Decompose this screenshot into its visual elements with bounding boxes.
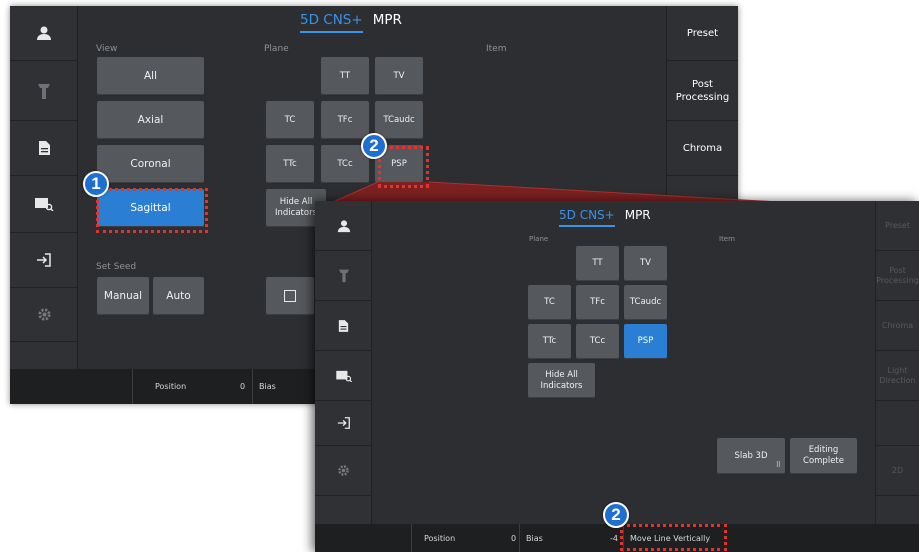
grid-corner-icon: ⠿ xyxy=(775,461,781,469)
status-bar-zoomed: Position 0 Bias -4 Move Line Vertically xyxy=(315,524,919,552)
probe-button-zoomed[interactable] xyxy=(315,251,372,301)
settings-button-zoomed[interactable] xyxy=(315,446,372,496)
slab-3d-label: Slab 3D xyxy=(734,450,768,461)
light-direction-button-zoomed[interactable]: Light Direction xyxy=(876,351,919,401)
step-marker-2-status: 2 xyxy=(603,502,629,528)
plane-tt-button-zoomed[interactable]: TT xyxy=(576,246,619,281)
exit-button-zoomed[interactable] xyxy=(315,401,372,446)
plane-tfc-button-zoomed[interactable]: TFc xyxy=(576,285,619,320)
slab-3d-button[interactable]: Slab 3D ⠿ xyxy=(717,438,785,474)
zoomed-window: 5D CNS+ MPR Plane Item TT TV TC TFc TCau… xyxy=(315,201,919,552)
sagittal-highlight-box xyxy=(96,188,208,233)
plane-tv-button-zoomed[interactable]: TV xyxy=(624,246,667,281)
tab-mpr-zoomed[interactable]: MPR xyxy=(625,208,651,227)
plane-tc-button-zoomed[interactable]: TC xyxy=(528,285,571,320)
empty-menu-slot xyxy=(876,401,919,446)
plane-tcaudc-button-zoomed[interactable]: TCaudc xyxy=(624,285,667,320)
psp-highlight-box xyxy=(378,146,429,188)
plane-psp-button-zoomed[interactable]: PSP xyxy=(624,324,667,359)
editing-complete-button[interactable]: Editing Complete xyxy=(790,438,857,474)
exit-icon xyxy=(337,417,350,429)
patient-button-zoomed[interactable] xyxy=(315,201,372,251)
post-processing-button-zoomed[interactable]: Post Processing xyxy=(876,251,919,301)
bias-value-zoomed: -4 xyxy=(610,533,618,543)
user-icon xyxy=(337,219,350,232)
mode-tabs-zoomed: 5D CNS+ MPR xyxy=(559,208,651,227)
probe-icon xyxy=(338,269,349,283)
right-menu-zoomed: Preset Post Processing Chroma Light Dire… xyxy=(875,201,919,552)
position-label-zoomed: Position xyxy=(411,524,523,552)
move-line-highlight-box xyxy=(620,524,727,551)
chroma-button-zoomed[interactable]: Chroma xyxy=(876,301,919,351)
step-marker-1: 1 xyxy=(83,171,109,197)
plane-section-label-zoomed: Plane xyxy=(529,235,549,243)
gear-icon xyxy=(338,465,349,476)
item-section-label-zoomed: Item xyxy=(719,235,735,243)
position-value-zoomed: 0 xyxy=(511,533,517,543)
hide-all-indicators-button-zoomed[interactable]: Hide All Indicators xyxy=(528,363,595,398)
image-review-button-zoomed[interactable] xyxy=(315,351,372,401)
tab-5d-cns-zoomed[interactable]: 5D CNS+ xyxy=(559,208,615,227)
2d-button-zoomed[interactable]: 2D xyxy=(876,446,919,496)
preset-button-zoomed[interactable]: Preset xyxy=(876,201,919,251)
sidebar-zoomed xyxy=(315,201,372,552)
document-icon xyxy=(338,319,349,332)
plane-ttc-button-zoomed[interactable]: TTc xyxy=(528,324,571,359)
image-search-icon xyxy=(335,370,352,382)
report-button-zoomed[interactable] xyxy=(315,301,372,351)
plane-tcc-button-zoomed[interactable]: TCc xyxy=(576,324,619,359)
bias-label-zoomed: Bias xyxy=(519,524,623,552)
step-marker-2: 2 xyxy=(361,133,387,159)
